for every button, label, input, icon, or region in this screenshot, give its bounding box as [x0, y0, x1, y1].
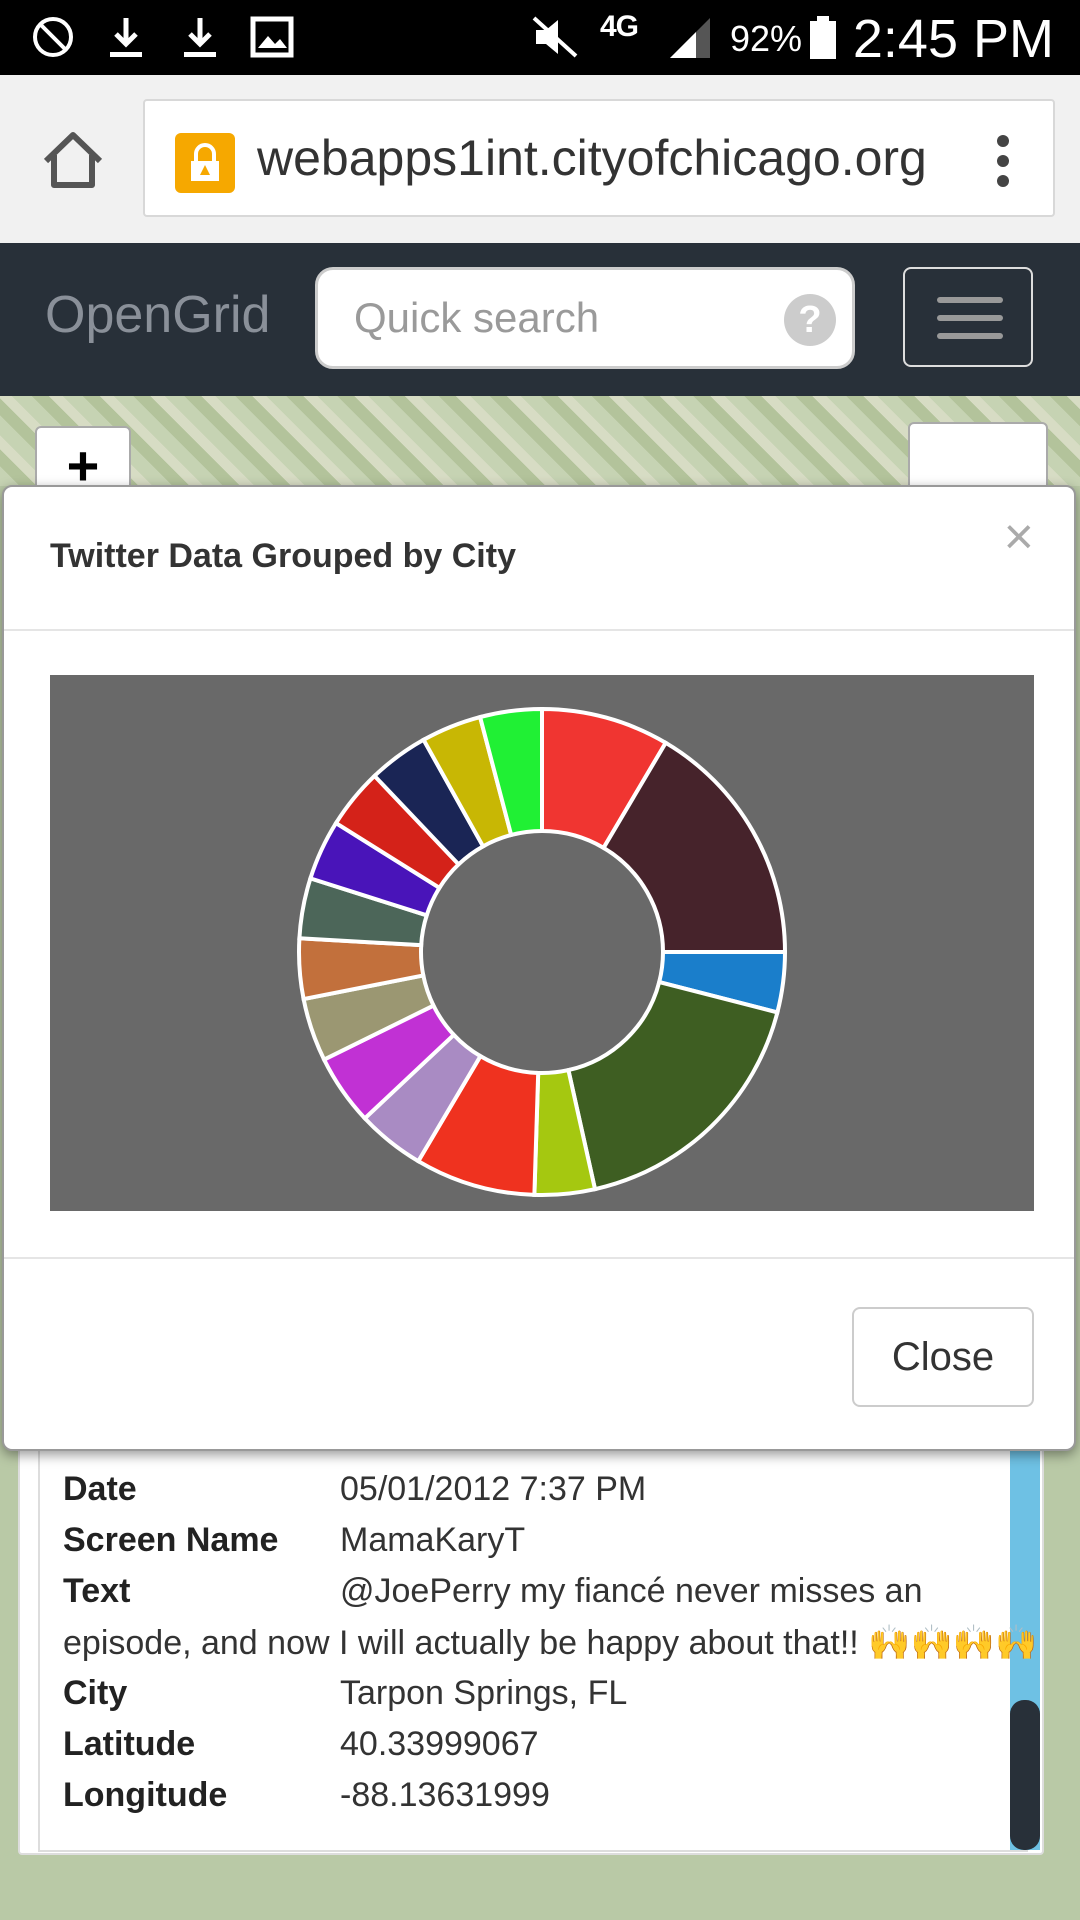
clock: 2:45 PM: [852, 9, 1054, 69]
battery-icon: [810, 16, 836, 59]
field-text: Text @JoePerry my fiancé never misses an: [63, 1572, 923, 1611]
battery-percent: 92%: [730, 18, 803, 59]
hamburger-line: [937, 333, 1003, 339]
field-label: City: [63, 1674, 128, 1712]
app-navbar: OpenGrid Quick search ?: [0, 243, 1080, 396]
field-text-continued: episode, and now I will actually be happ…: [63, 1623, 1038, 1663]
url-text: webapps1int.cityofchicago.org: [257, 130, 927, 186]
block-icon: [33, 17, 73, 57]
download-icon: [110, 18, 142, 57]
browser-toolbar: webapps1int.cityofchicago.org: [0, 75, 1080, 243]
hamburger-line: [937, 315, 1003, 321]
field-value: -88.13631999: [340, 1776, 550, 1814]
field-screen-name: Screen Name MamaKaryT: [63, 1521, 525, 1560]
status-bar: 4G 92% 2:45 PM: [0, 0, 1080, 75]
divider: [4, 1257, 1074, 1259]
search-placeholder: Quick search: [354, 294, 600, 341]
field-label: Latitude: [63, 1725, 196, 1763]
scrollbar-thumb[interactable]: [1010, 1700, 1040, 1850]
pie-slice-3[interactable]: [566, 979, 780, 1192]
field-city: City Tarpon Springs, FL: [63, 1674, 627, 1713]
home-icon[interactable]: [38, 125, 108, 195]
lock-icon: [175, 133, 235, 193]
field-label: Date: [63, 1470, 137, 1508]
menu-toggle-button[interactable]: [903, 267, 1033, 367]
address-bar[interactable]: webapps1int.cityofchicago.org: [143, 99, 1055, 217]
field-label: Longitude: [63, 1776, 228, 1814]
field-longitude: Longitude -88.13631999: [63, 1776, 550, 1815]
field-label: Screen Name: [63, 1521, 279, 1559]
field-date: Date 05/01/2012 7:37 PM: [63, 1470, 646, 1509]
chart-area: [50, 675, 1034, 1211]
mute-icon: [532, 16, 578, 58]
field-value: @JoePerry my fiancé never misses an: [340, 1572, 923, 1610]
field-latitude: Latitude 40.33999067: [63, 1725, 539, 1764]
signal-icon: [670, 18, 710, 58]
field-value: Tarpon Springs, FL: [340, 1674, 628, 1712]
help-icon[interactable]: ?: [784, 294, 836, 346]
divider: [4, 629, 1074, 631]
image-icon: [250, 16, 294, 58]
more-vert-icon[interactable]: [993, 131, 1013, 191]
quick-search-input[interactable]: Quick search ?: [315, 267, 855, 369]
field-value: 05/01/2012 7:37 PM: [340, 1470, 647, 1508]
close-icon[interactable]: ×: [1004, 507, 1034, 567]
network-type: 4G: [600, 10, 639, 43]
brand-logo[interactable]: OpenGrid: [45, 285, 270, 345]
field-value: 40.33999067: [340, 1725, 539, 1763]
field-value: episode, and now I will actually be happ…: [63, 1624, 1038, 1662]
modal-title: Twitter Data Grouped by City: [50, 537, 516, 575]
close-button[interactable]: Close: [852, 1307, 1034, 1407]
donut-chart: [297, 706, 788, 1197]
field-value: MamaKaryT: [340, 1521, 526, 1559]
hamburger-line: [937, 297, 1003, 303]
field-label: Text: [63, 1572, 131, 1610]
download-icon: [184, 18, 216, 57]
chart-modal: Twitter Data Grouped by City × Close: [2, 485, 1076, 1451]
